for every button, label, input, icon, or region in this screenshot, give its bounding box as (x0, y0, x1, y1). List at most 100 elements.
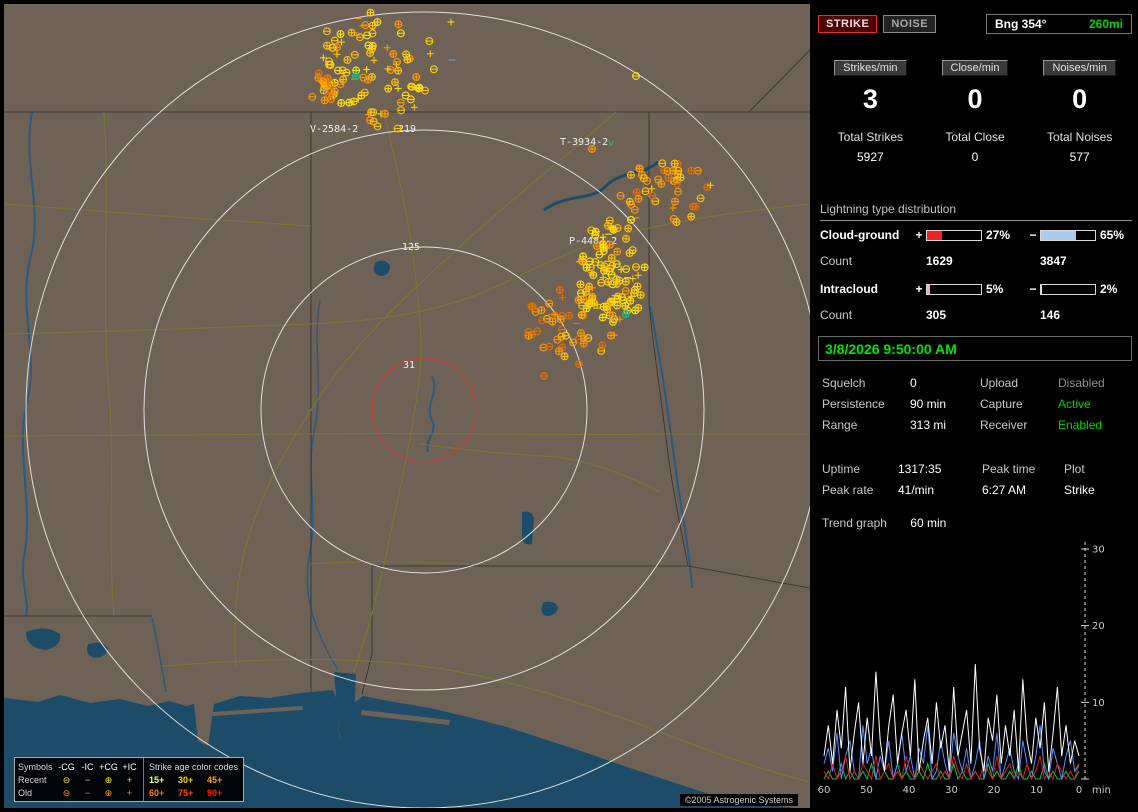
svg-text:30: 30 (945, 785, 958, 796)
svg-text:20: 20 (1092, 621, 1105, 632)
cg-negative-bar-fill (1041, 231, 1076, 240)
svg-text:10: 10 (1092, 698, 1105, 709)
legend-col-neg-cg: -CG (56, 761, 77, 773)
legend-recent-label: Recent (18, 774, 56, 786)
old-pos-cg-icon: ⊕ (98, 787, 119, 799)
total-values: 5927 0 577 (818, 150, 1132, 164)
upload-status: Disabled (1058, 376, 1132, 390)
trend-graph-label: Trend graph (822, 516, 887, 530)
persistence-value: 90 min (910, 397, 980, 411)
svg-text:50: 50 (860, 785, 873, 796)
plot-label: Plot (1064, 462, 1132, 476)
svg-text:20: 20 (988, 785, 1001, 796)
ic-negative-pct: 2% (1096, 282, 1134, 296)
svg-text:v: v (608, 138, 614, 149)
cg-positive-pct: 27% (982, 228, 1026, 242)
range-value: 260mi (1089, 17, 1123, 31)
svg-text:T-3934-2: T-3934-2 (560, 137, 608, 148)
strike-mode-button[interactable]: STRIKE (818, 15, 877, 33)
cg-negative-pct: 65% (1096, 228, 1134, 242)
legend-old-label: Old (18, 787, 56, 799)
recent-neg-ic-icon: − (77, 774, 98, 786)
strike-map[interactable]: V-2584-2219T-3934-2vP-4483-212531 Symbol… (4, 4, 810, 808)
peak-rate-label: Peak rate (822, 483, 898, 497)
age-90: 90+ (207, 787, 236, 799)
age-30: 30+ (178, 774, 207, 786)
legend-col-pos-ic: +IC (119, 761, 140, 773)
total-strikes-label: Total Strikes (818, 130, 923, 144)
cg-negative-count: 3847 (1040, 254, 1134, 268)
cloud-ground-label: Cloud-ground (820, 228, 912, 242)
plus-sign: + (912, 228, 926, 242)
ic-negative-bar (1040, 284, 1096, 295)
svg-text:V-2584-2: V-2584-2 (310, 124, 358, 135)
legend-col-pos-cg: +CG (98, 761, 119, 773)
squelch-value: 0 (910, 376, 980, 390)
age-codes-title: Strike age color codes (149, 761, 238, 773)
age-60: 60+ (149, 787, 178, 799)
old-neg-ic-icon: − (77, 787, 98, 799)
stormvue-window: { "colors":{ "map_land":"#6e6257", "map_… (0, 0, 1138, 812)
uptime-label: Uptime (822, 462, 898, 476)
total-close-value: 0 (923, 150, 1028, 164)
cloud-ground-row: Cloud-ground + 27% − 65% (820, 228, 1134, 242)
svg-text:30: 30 (1092, 545, 1105, 556)
legend-symbols-title: Symbols (18, 761, 56, 773)
ic-positive-count: 305 (926, 308, 1026, 322)
age-75: 75+ (178, 787, 207, 799)
strike-legend: Symbols -CG -IC +CG +IC Recent ⊖ − ⊕ + O… (14, 757, 244, 802)
cg-positive-bar-fill (927, 231, 942, 240)
upload-label: Upload (980, 376, 1058, 390)
info-grid: Uptime 1317:35 Peak time Plot Peak rate … (822, 462, 1132, 497)
cg-positive-bar (926, 230, 982, 241)
intracloud-count-row: Count 305 146 (820, 308, 1134, 322)
svg-text:31: 31 (403, 360, 415, 371)
peak-time-value: 6:27 AM (982, 483, 1064, 497)
trend-graph-header: Trend graph 60 min (822, 516, 946, 530)
old-pos-ic-icon: + (119, 787, 140, 799)
range-setting-value: 313 mi (910, 418, 980, 432)
cg-positive-count: 1629 (926, 254, 1026, 268)
ic-positive-bar-fill (927, 285, 930, 294)
bearing-value: Bng 354° (995, 17, 1046, 31)
svg-text:10: 10 (1030, 785, 1043, 796)
close-per-min-button[interactable]: Close/min (942, 60, 1009, 76)
minus-sign: − (1026, 228, 1040, 242)
total-labels: Total Strikes Total Close Total Noises (818, 130, 1132, 144)
cg-negative-bar (1040, 230, 1096, 241)
rate-buttons: Strikes/min Close/min Noises/min (818, 60, 1132, 76)
svg-text:0: 0 (1076, 785, 1082, 796)
strikes-per-min-button[interactable]: Strikes/min (834, 60, 906, 76)
peak-time-label: Peak time (982, 462, 1064, 476)
ic-positive-bar (926, 284, 982, 295)
age-15: 15+ (149, 774, 178, 786)
svg-text:40: 40 (903, 785, 916, 796)
plot-value: Strike (1064, 483, 1132, 497)
rate-values: 3 0 0 (818, 84, 1132, 115)
age-45: 45+ (207, 774, 236, 786)
uptime-value: 1317:35 (898, 462, 982, 476)
noises-per-min-value: 0 (1027, 84, 1132, 115)
map-canvas[interactable]: V-2584-2219T-3934-2vP-4483-212531 (4, 4, 810, 808)
noise-mode-button[interactable]: NOISE (883, 15, 936, 33)
distribution-title: Lightning type distribution (820, 202, 1132, 221)
total-close-label: Total Close (923, 130, 1028, 144)
intracloud-label: Intracloud (820, 282, 912, 296)
old-neg-cg-icon: ⊖ (56, 787, 77, 799)
close-per-min-value: 0 (923, 84, 1028, 115)
cloud-ground-count-row: Count 1629 3847 (820, 254, 1134, 268)
recent-neg-cg-icon: ⊖ (56, 774, 77, 786)
ic-count-label: Count (820, 308, 912, 322)
persistence-label: Persistence (822, 397, 910, 411)
datetime-value: 3/8/2026 9:50:00 AM (825, 341, 957, 357)
noises-per-min-button[interactable]: Noises/min (1043, 60, 1115, 76)
svg-text:60: 60 (818, 785, 830, 796)
recent-pos-cg-icon: ⊕ (98, 774, 119, 786)
status-grid: Squelch 0 Upload Disabled Persistence 90… (822, 376, 1132, 432)
cg-count-label: Count (820, 254, 912, 268)
svg-text:125: 125 (402, 242, 420, 253)
strikes-per-min-value: 3 (818, 84, 923, 115)
range-label: Range (822, 418, 910, 432)
squelch-label: Squelch (822, 376, 910, 390)
trend-graph-window: 60 min (910, 516, 946, 530)
